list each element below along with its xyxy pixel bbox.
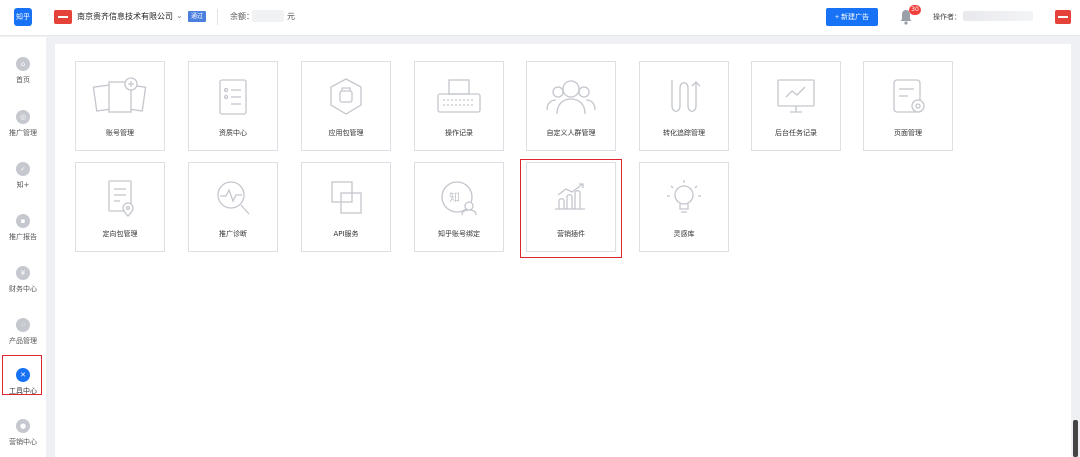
tool-label: 操作记录 xyxy=(445,129,473,137)
targeting-package-icon xyxy=(108,180,134,217)
qualification-icon xyxy=(219,79,247,115)
sidebar-item-product[interactable]: ⁘ 产品管理 xyxy=(0,312,46,360)
sidebar-item-label: 首页 xyxy=(16,76,30,84)
zhihu-logo[interactable]: 知乎 xyxy=(14,8,32,26)
sidebar-item-label: 知+ xyxy=(16,181,30,189)
sidebar-item-label: 营销中心 xyxy=(9,438,37,446)
divider xyxy=(217,9,218,25)
tool-marketing-plugin[interactable]: 营销插件 xyxy=(526,162,616,252)
tool-page-management[interactable]: 页面管理 xyxy=(863,61,953,151)
tool-label: 推广诊断 xyxy=(219,230,247,238)
active-item-highlight xyxy=(2,355,42,395)
sidebar-item-report[interactable]: ▪ 推广报告 xyxy=(0,208,46,256)
tool-app-package[interactable]: 应用包管理 xyxy=(301,61,391,151)
tool-label: API服务 xyxy=(333,230,359,238)
operator-label: 操作者： xyxy=(933,13,961,21)
account-cards-icon xyxy=(92,77,147,113)
tool-label: 灵感库 xyxy=(673,230,695,238)
tool-label: 页面管理 xyxy=(894,129,922,137)
finance-icon: ¥ xyxy=(16,266,30,280)
company-logo xyxy=(54,10,72,24)
diagnosis-icon xyxy=(217,181,250,215)
sidebar-item-label: 财务中心 xyxy=(9,285,37,293)
tool-label: 账号管理 xyxy=(106,129,134,137)
new-ad-button[interactable]: + 新建广告 xyxy=(826,8,878,26)
tool-background-tasks[interactable]: 后台任务记录 xyxy=(751,61,841,151)
tool-label: 自定义人群管理 xyxy=(546,129,596,137)
tool-qualification-center[interactable]: 资质中心 xyxy=(188,61,278,151)
sidebar-item-zhiplus[interactable]: ✓ 知+ xyxy=(0,156,46,204)
sidebar-item-label: 推广管理 xyxy=(9,129,37,137)
tool-label: 后台任务记录 xyxy=(775,129,817,137)
chevron-down-icon[interactable]: ⌄ xyxy=(176,11,183,20)
typewriter-icon xyxy=(437,79,481,113)
scrollbar-handle[interactable] xyxy=(1073,420,1078,457)
tool-api-service[interactable]: API服务 xyxy=(301,162,391,252)
sidebar-item-marketing[interactable]: ● 营销中心 xyxy=(0,413,46,457)
tool-conversion-tracking[interactable]: 转化追踪管理 xyxy=(639,61,729,151)
report-icon: ▪ xyxy=(16,214,30,228)
notification-count-badge: 30 xyxy=(909,5,921,15)
promotion-icon: ◎ xyxy=(16,110,30,124)
user-avatar[interactable] xyxy=(1055,10,1071,24)
product-icon: ⁘ xyxy=(16,318,30,332)
zhihu-bind-icon: 知 xyxy=(441,181,477,216)
lightbulb-icon xyxy=(667,180,701,213)
marketing-icon: ● xyxy=(16,419,30,433)
sidebar-item-finance[interactable]: ¥ 财务中心 xyxy=(0,260,46,308)
tool-targeting-package[interactable]: 定向包管理 xyxy=(75,162,165,252)
balance-value-redacted xyxy=(252,10,284,22)
sidebar-item-home[interactable]: ⌂ 首页 xyxy=(0,51,46,99)
status-badge: 通过 xyxy=(188,11,207,22)
zhihu-glyph: 知 xyxy=(449,190,460,204)
app-package-icon xyxy=(330,78,362,115)
company-name[interactable]: 南京贵齐信息技术有限公司 xyxy=(77,11,173,22)
balance-label: 余额： xyxy=(230,12,254,21)
tool-label: 营销插件 xyxy=(557,230,585,238)
monitor-task-icon xyxy=(777,79,815,113)
top-bar: 知乎 南京贵齐信息技术有限公司 ⌄ 通过 余额： 元 + 新建广告 30 操作者… xyxy=(0,0,1080,36)
sidebar-item-label: 产品管理 xyxy=(9,337,37,345)
tool-operation-log[interactable]: 操作记录 xyxy=(414,61,504,151)
tool-inspiration-library[interactable]: 灵感库 xyxy=(639,162,729,252)
audience-icon xyxy=(546,80,596,115)
sidebar: ⌂ 首页 ◎ 推广管理 ✓ 知+ ▪ 推广报告 ¥ 财务中心 ⁘ 产品管理 ✕ … xyxy=(0,37,46,457)
api-service-icon xyxy=(331,181,362,214)
home-icon: ⌂ xyxy=(16,57,30,71)
tool-account-management[interactable]: 账号管理 xyxy=(75,61,165,151)
sidebar-item-label: 推广报告 xyxy=(9,233,37,241)
balance-unit: 元 xyxy=(287,12,295,21)
tool-label: 资质中心 xyxy=(219,129,247,137)
zhiplus-icon: ✓ xyxy=(16,162,30,176)
tool-label: 应用包管理 xyxy=(328,129,364,137)
tool-label: 知乎账号绑定 xyxy=(438,230,480,238)
tool-label: 转化追踪管理 xyxy=(663,129,705,137)
marketing-plugin-icon xyxy=(555,183,585,210)
sidebar-item-promotion[interactable]: ◎ 推广管理 xyxy=(0,104,46,152)
conversion-track-icon xyxy=(671,80,701,112)
tool-zhihu-account-binding[interactable]: 知 知乎账号绑定 xyxy=(414,162,504,252)
tool-promotion-diagnosis[interactable]: 推广诊断 xyxy=(188,162,278,252)
tool-label: 定向包管理 xyxy=(102,230,138,238)
tool-custom-audience[interactable]: 自定义人群管理 xyxy=(526,61,616,151)
operator-name-redacted[interactable] xyxy=(963,11,1033,21)
page-settings-icon xyxy=(893,79,925,113)
